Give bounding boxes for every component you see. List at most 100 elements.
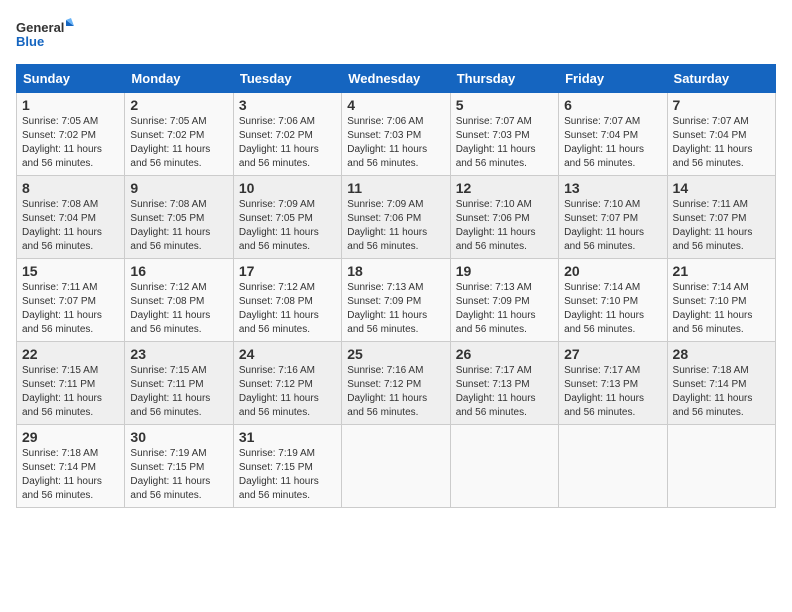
table-row xyxy=(342,425,450,508)
table-row: 5 Sunrise: 7:07 AM Sunset: 7:03 PM Dayli… xyxy=(450,93,558,176)
cell-info: Sunrise: 7:10 AM Sunset: 7:07 PM Dayligh… xyxy=(564,198,661,254)
cell-info: Sunrise: 7:13 AM Sunset: 7:09 PM Dayligh… xyxy=(456,281,553,337)
table-row: 13 Sunrise: 7:10 AM Sunset: 7:07 PM Dayl… xyxy=(559,176,667,259)
cell-info: Sunrise: 7:15 AM Sunset: 7:11 PM Dayligh… xyxy=(130,364,227,420)
day-number: 10 xyxy=(239,180,336,196)
table-row: 26 Sunrise: 7:17 AM Sunset: 7:13 PM Dayl… xyxy=(450,342,558,425)
day-number: 14 xyxy=(673,180,770,196)
table-row: 22 Sunrise: 7:15 AM Sunset: 7:11 PM Dayl… xyxy=(17,342,125,425)
cell-info: Sunrise: 7:16 AM Sunset: 7:12 PM Dayligh… xyxy=(347,364,444,420)
table-row: 16 Sunrise: 7:12 AM Sunset: 7:08 PM Dayl… xyxy=(125,259,233,342)
cell-info: Sunrise: 7:06 AM Sunset: 7:03 PM Dayligh… xyxy=(347,115,444,171)
cell-info: Sunrise: 7:16 AM Sunset: 7:12 PM Dayligh… xyxy=(239,364,336,420)
day-number: 18 xyxy=(347,263,444,279)
cell-info: Sunrise: 7:05 AM Sunset: 7:02 PM Dayligh… xyxy=(22,115,119,171)
table-row: 10 Sunrise: 7:09 AM Sunset: 7:05 PM Dayl… xyxy=(233,176,341,259)
page-header: General Blue xyxy=(16,16,776,56)
cell-info: Sunrise: 7:17 AM Sunset: 7:13 PM Dayligh… xyxy=(564,364,661,420)
cell-info: Sunrise: 7:07 AM Sunset: 7:04 PM Dayligh… xyxy=(564,115,661,171)
day-number: 25 xyxy=(347,346,444,362)
cell-info: Sunrise: 7:18 AM Sunset: 7:14 PM Dayligh… xyxy=(673,364,770,420)
day-number: 21 xyxy=(673,263,770,279)
cell-info: Sunrise: 7:19 AM Sunset: 7:15 PM Dayligh… xyxy=(239,447,336,503)
day-number: 13 xyxy=(564,180,661,196)
table-row: 1 Sunrise: 7:05 AM Sunset: 7:02 PM Dayli… xyxy=(17,93,125,176)
day-number: 9 xyxy=(130,180,227,196)
table-row: 14 Sunrise: 7:11 AM Sunset: 7:07 PM Dayl… xyxy=(667,176,775,259)
table-row: 8 Sunrise: 7:08 AM Sunset: 7:04 PM Dayli… xyxy=(17,176,125,259)
table-row: 20 Sunrise: 7:14 AM Sunset: 7:10 PM Dayl… xyxy=(559,259,667,342)
day-number: 31 xyxy=(239,429,336,445)
day-number: 26 xyxy=(456,346,553,362)
table-row: 17 Sunrise: 7:12 AM Sunset: 7:08 PM Dayl… xyxy=(233,259,341,342)
table-row: 31 Sunrise: 7:19 AM Sunset: 7:15 PM Dayl… xyxy=(233,425,341,508)
cell-info: Sunrise: 7:05 AM Sunset: 7:02 PM Dayligh… xyxy=(130,115,227,171)
logo-svg: General Blue xyxy=(16,16,76,56)
day-header-sunday: Sunday xyxy=(17,65,125,93)
table-row: 3 Sunrise: 7:06 AM Sunset: 7:02 PM Dayli… xyxy=(233,93,341,176)
day-number: 16 xyxy=(130,263,227,279)
cell-info: Sunrise: 7:06 AM Sunset: 7:02 PM Dayligh… xyxy=(239,115,336,171)
day-header-friday: Friday xyxy=(559,65,667,93)
day-header-wednesday: Wednesday xyxy=(342,65,450,93)
table-row: 7 Sunrise: 7:07 AM Sunset: 7:04 PM Dayli… xyxy=(667,93,775,176)
table-row: 23 Sunrise: 7:15 AM Sunset: 7:11 PM Dayl… xyxy=(125,342,233,425)
day-number: 4 xyxy=(347,97,444,113)
day-number: 11 xyxy=(347,180,444,196)
table-row: 25 Sunrise: 7:16 AM Sunset: 7:12 PM Dayl… xyxy=(342,342,450,425)
table-row: 19 Sunrise: 7:13 AM Sunset: 7:09 PM Dayl… xyxy=(450,259,558,342)
calendar-table: SundayMondayTuesdayWednesdayThursdayFrid… xyxy=(16,64,776,508)
table-row: 30 Sunrise: 7:19 AM Sunset: 7:15 PM Dayl… xyxy=(125,425,233,508)
cell-info: Sunrise: 7:15 AM Sunset: 7:11 PM Dayligh… xyxy=(22,364,119,420)
day-number: 28 xyxy=(673,346,770,362)
table-row: 24 Sunrise: 7:16 AM Sunset: 7:12 PM Dayl… xyxy=(233,342,341,425)
cell-info: Sunrise: 7:14 AM Sunset: 7:10 PM Dayligh… xyxy=(673,281,770,337)
day-number: 15 xyxy=(22,263,119,279)
day-header-thursday: Thursday xyxy=(450,65,558,93)
cell-info: Sunrise: 7:09 AM Sunset: 7:06 PM Dayligh… xyxy=(347,198,444,254)
day-number: 19 xyxy=(456,263,553,279)
day-number: 22 xyxy=(22,346,119,362)
day-number: 23 xyxy=(130,346,227,362)
day-header-saturday: Saturday xyxy=(667,65,775,93)
cell-info: Sunrise: 7:12 AM Sunset: 7:08 PM Dayligh… xyxy=(130,281,227,337)
day-number: 29 xyxy=(22,429,119,445)
cell-info: Sunrise: 7:11 AM Sunset: 7:07 PM Dayligh… xyxy=(22,281,119,337)
day-header-monday: Monday xyxy=(125,65,233,93)
day-number: 1 xyxy=(22,97,119,113)
table-row xyxy=(667,425,775,508)
table-row: 11 Sunrise: 7:09 AM Sunset: 7:06 PM Dayl… xyxy=(342,176,450,259)
day-number: 5 xyxy=(456,97,553,113)
cell-info: Sunrise: 7:18 AM Sunset: 7:14 PM Dayligh… xyxy=(22,447,119,503)
table-row xyxy=(559,425,667,508)
cell-info: Sunrise: 7:08 AM Sunset: 7:05 PM Dayligh… xyxy=(130,198,227,254)
cell-info: Sunrise: 7:11 AM Sunset: 7:07 PM Dayligh… xyxy=(673,198,770,254)
day-number: 27 xyxy=(564,346,661,362)
day-number: 7 xyxy=(673,97,770,113)
day-number: 12 xyxy=(456,180,553,196)
table-row: 21 Sunrise: 7:14 AM Sunset: 7:10 PM Dayl… xyxy=(667,259,775,342)
cell-info: Sunrise: 7:09 AM Sunset: 7:05 PM Dayligh… xyxy=(239,198,336,254)
cell-info: Sunrise: 7:07 AM Sunset: 7:04 PM Dayligh… xyxy=(673,115,770,171)
cell-info: Sunrise: 7:07 AM Sunset: 7:03 PM Dayligh… xyxy=(456,115,553,171)
day-number: 8 xyxy=(22,180,119,196)
table-row: 15 Sunrise: 7:11 AM Sunset: 7:07 PM Dayl… xyxy=(17,259,125,342)
day-number: 6 xyxy=(564,97,661,113)
table-row: 28 Sunrise: 7:18 AM Sunset: 7:14 PM Dayl… xyxy=(667,342,775,425)
cell-info: Sunrise: 7:19 AM Sunset: 7:15 PM Dayligh… xyxy=(130,447,227,503)
table-row: 12 Sunrise: 7:10 AM Sunset: 7:06 PM Dayl… xyxy=(450,176,558,259)
day-number: 24 xyxy=(239,346,336,362)
table-row: 27 Sunrise: 7:17 AM Sunset: 7:13 PM Dayl… xyxy=(559,342,667,425)
table-row xyxy=(450,425,558,508)
day-number: 17 xyxy=(239,263,336,279)
table-row: 2 Sunrise: 7:05 AM Sunset: 7:02 PM Dayli… xyxy=(125,93,233,176)
day-number: 30 xyxy=(130,429,227,445)
table-row: 6 Sunrise: 7:07 AM Sunset: 7:04 PM Dayli… xyxy=(559,93,667,176)
day-number: 2 xyxy=(130,97,227,113)
cell-info: Sunrise: 7:14 AM Sunset: 7:10 PM Dayligh… xyxy=(564,281,661,337)
table-row: 18 Sunrise: 7:13 AM Sunset: 7:09 PM Dayl… xyxy=(342,259,450,342)
svg-text:General: General xyxy=(16,20,64,35)
cell-info: Sunrise: 7:08 AM Sunset: 7:04 PM Dayligh… xyxy=(22,198,119,254)
cell-info: Sunrise: 7:13 AM Sunset: 7:09 PM Dayligh… xyxy=(347,281,444,337)
day-number: 3 xyxy=(239,97,336,113)
